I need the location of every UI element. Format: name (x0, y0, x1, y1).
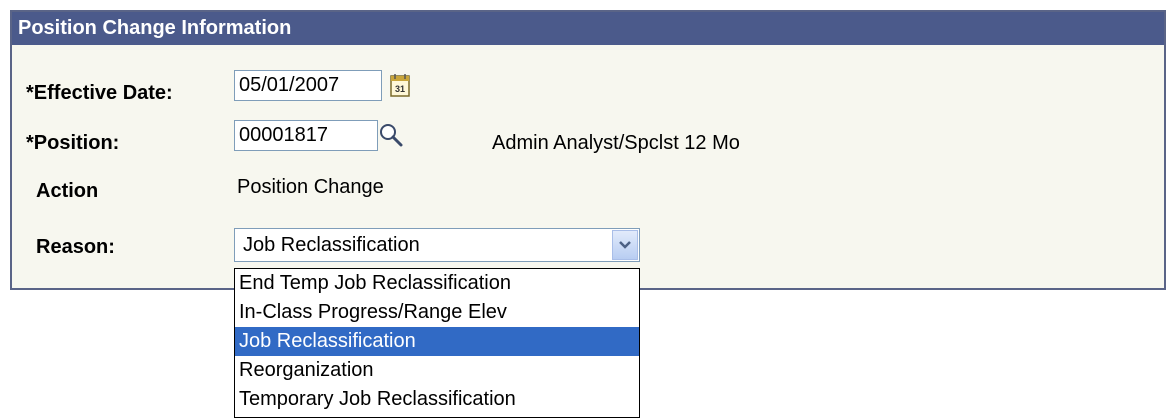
dropdown-button[interactable] (612, 230, 638, 260)
search-icon[interactable] (378, 122, 404, 148)
effective-date-input[interactable]: 05/01/2007 (234, 70, 382, 101)
reason-option-in-class-progress[interactable]: In-Class Progress/Range Elev (235, 298, 639, 327)
action-label: Action (36, 180, 99, 202)
calendar-icon[interactable]: 31 (390, 73, 410, 97)
reason-option-temporary-job-reclassification[interactable]: Temporary Job Reclassification (235, 385, 639, 414)
action-value: Position Change (237, 176, 384, 198)
reason-option-reorganization[interactable]: Reorganization (235, 356, 639, 385)
reason-dropdown-list: End Temp Job Reclassification In-Class P… (234, 268, 640, 418)
reason-option-end-temp-job-reclassification[interactable]: End Temp Job Reclassification (235, 269, 639, 298)
svg-text:31: 31 (395, 84, 405, 94)
reason-selected-value: Job Reclassification (243, 234, 420, 256)
position-label: *Position: (26, 132, 120, 154)
effective-date-label: *Effective Date: (26, 82, 173, 104)
reason-select[interactable]: Job Reclassification (234, 228, 640, 262)
panel-title: Position Change Information (12, 12, 1164, 45)
reason-option-job-reclassification[interactable]: Job Reclassification (235, 327, 639, 356)
reason-label: Reason: (36, 236, 115, 258)
position-description: Admin Analyst/Spclst 12 Mo (492, 132, 740, 154)
chevron-down-icon (619, 241, 631, 249)
position-input[interactable]: 00001817 (234, 120, 378, 151)
